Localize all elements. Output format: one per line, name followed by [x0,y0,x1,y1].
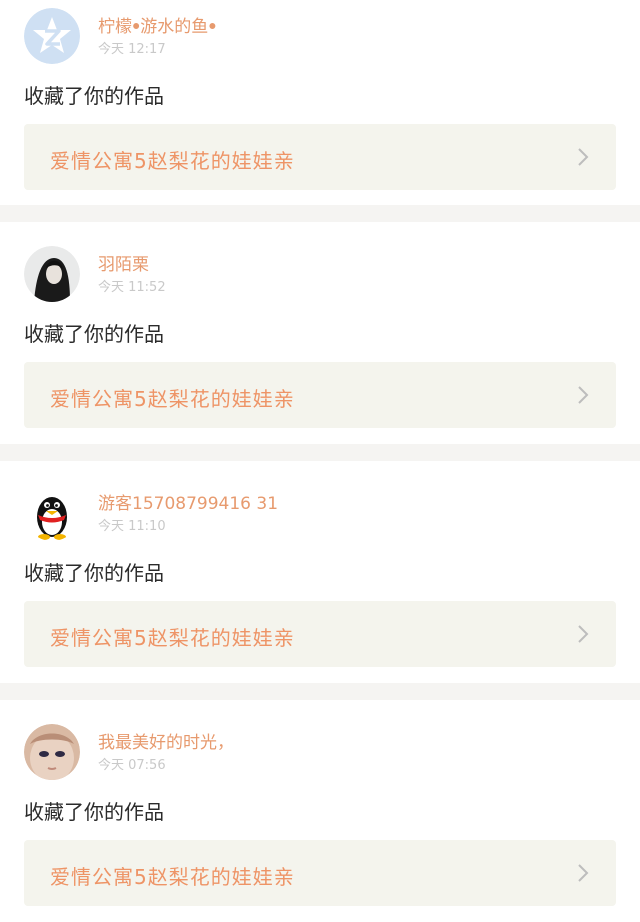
chevron-right-icon [578,625,589,643]
work-title: 爱情公寓5赵梨花的娃娃亲 [50,387,295,411]
notification-item: 游客15708799416 31 今天 11:10 收藏了你的作品 爱情公寓5赵… [0,461,640,683]
chevron-right-icon [578,148,589,166]
avatar[interactable] [24,8,80,64]
chevron-right-icon [578,864,589,882]
work-link[interactable]: 爱情公寓5赵梨花的娃娃亲 [24,362,616,428]
username[interactable]: 游客15708799416 31 [98,489,278,514]
notification-item: 柠檬ꔷ游水的鱼ꔷ 今天 12:17 收藏了你的作品 爱情公寓5赵梨花的娃娃亲 [0,0,640,205]
work-title: 爱情公寓5赵梨花的娃娃亲 [50,149,295,173]
action-text: 收藏了你的作品 [24,561,164,585]
chevron-right-icon [578,386,589,404]
timestamp: 今天 11:10 [98,519,166,534]
work-title: 爱情公寓5赵梨花的娃娃亲 [50,865,295,889]
username[interactable]: 我最美好的时光， [98,728,234,753]
timestamp: 今天 11:52 [98,280,166,295]
action-text: 收藏了你的作品 [24,322,164,346]
action-text: 收藏了你的作品 [24,800,164,824]
timestamp: 今天 12:17 [98,42,166,57]
username[interactable]: 羽陌栗 [98,250,149,275]
timestamp: 今天 07:56 [98,758,166,773]
username[interactable]: 柠檬ꔷ游水的鱼ꔷ [98,12,217,37]
qq-penguin-icon [24,485,80,541]
work-title: 爱情公寓5赵梨花的娃娃亲 [50,626,295,650]
avatar[interactable] [24,724,80,780]
notification-feed: 柠檬ꔷ游水的鱼ꔷ 今天 12:17 收藏了你的作品 爱情公寓5赵梨花的娃娃亲 羽… [0,0,640,922]
qzone-star-icon [24,8,80,64]
portrait-avatar-icon [24,246,80,302]
portrait-avatar-icon [24,724,80,780]
notification-item: 我最美好的时光， 今天 07:56 收藏了你的作品 爱情公寓5赵梨花的娃娃亲 [0,700,640,922]
action-text: 收藏了你的作品 [24,84,164,108]
work-link[interactable]: 爱情公寓5赵梨花的娃娃亲 [24,840,616,906]
work-link[interactable]: 爱情公寓5赵梨花的娃娃亲 [24,124,616,190]
avatar[interactable] [24,485,80,541]
work-link[interactable]: 爱情公寓5赵梨花的娃娃亲 [24,601,616,667]
avatar[interactable] [24,246,80,302]
notification-item: 羽陌栗 今天 11:52 收藏了你的作品 爱情公寓5赵梨花的娃娃亲 [0,222,640,444]
